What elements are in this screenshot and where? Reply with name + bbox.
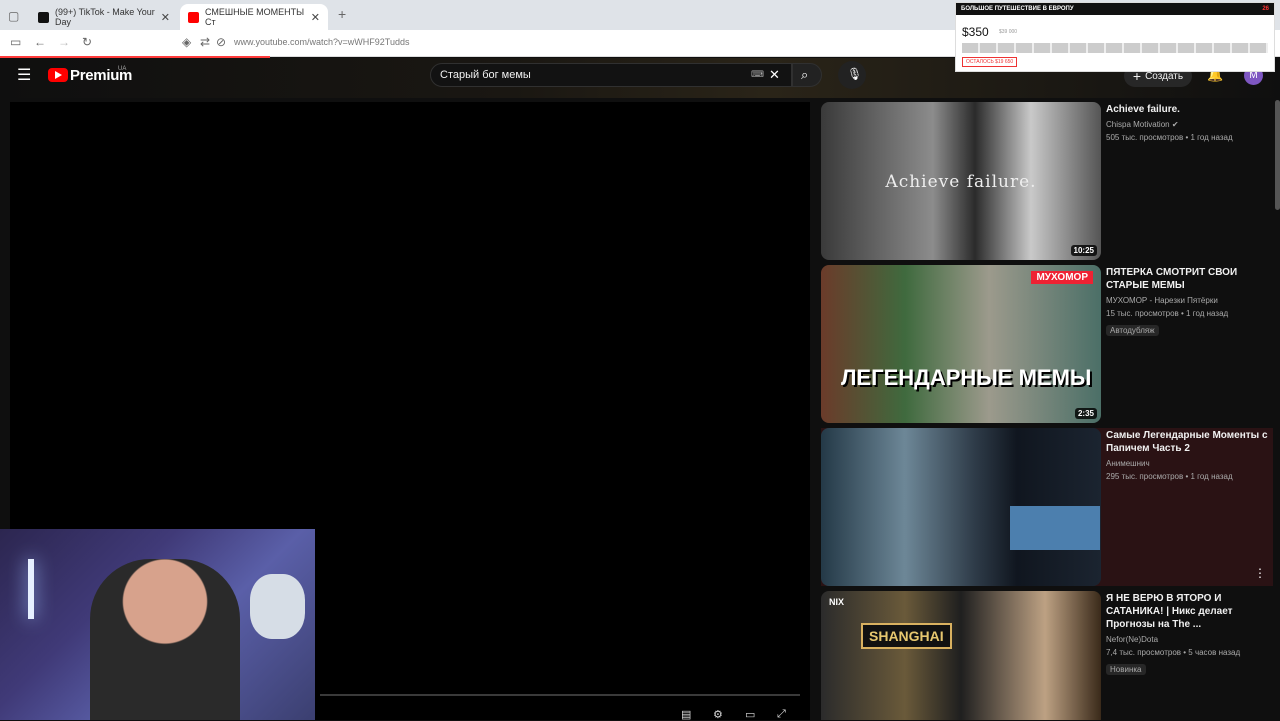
tracking-icon[interactable]: ⊘ [216, 35, 226, 49]
plush-toy [250, 574, 305, 639]
thumbnail-brand: МУХОМОР [1031, 271, 1093, 284]
video-thumbnail[interactable]: Achieve failure. 10:25 [821, 102, 1101, 260]
ad-remaining: ОСТАЛОСЬ $19 650 [962, 57, 1018, 67]
keyboard-icon[interactable]: ⌨ [751, 69, 764, 80]
channel-name[interactable]: Nefor(Ne)Dota [1106, 633, 1271, 646]
reload-icon[interactable]: ↻ [82, 35, 92, 49]
video-views: 15 тыс. просмотров • 1 год назад [1106, 309, 1229, 318]
url-field[interactable]: www.youtube.com/watch?v=wWHF92Tudds [234, 37, 410, 47]
neon-light [28, 559, 34, 619]
close-icon[interactable]: ✕ [161, 11, 170, 24]
channel-name[interactable]: Анимешнич [1106, 457, 1271, 470]
ad-banner[interactable]: БОЛЬШОЕ ПУТЕШЕСТВИЕ В ЕВРОПУ 26 $350 $39 … [955, 2, 1275, 72]
thumbnail-tag: NIX [829, 597, 845, 607]
channel-name[interactable]: МУХОМОР - Нарезки Пятёрки [1106, 294, 1271, 307]
search-query: Старый бог мемы [440, 69, 531, 81]
streamer [90, 559, 240, 720]
shield-icon[interactable]: ◈ [182, 35, 191, 49]
dubbing-badge: Автодубляж [1106, 325, 1159, 336]
thumbnail-caption: ЛЕГЕНДАРНЫЕ МЕМЫ [841, 365, 1092, 390]
region-code: UA [118, 66, 127, 72]
recommended-video[interactable]: NIX SHANGHAI Я НЕ ВЕРЮ В ЯТОРО И САТАНИК… [821, 591, 1273, 720]
more-options-icon[interactable]: ⋮ [1254, 566, 1266, 580]
sidebar-toggle-icon[interactable]: ▭ [10, 35, 21, 49]
verified-icon: ✔ [1171, 120, 1179, 129]
video-duration: 10:25 [1070, 245, 1097, 256]
search-icon: ⌕ [801, 67, 809, 82]
recommended-video[interactable]: МУХОМОР ЛЕГЕНДАРНЫЕ МЕМЫ 2:35 ПЯТЕРКА СМ… [821, 265, 1273, 423]
tab-label: (99+) TikTok - Make Your Day [55, 7, 155, 27]
back-icon[interactable]: ← [34, 35, 46, 49]
voice-search-button[interactable]: 🎙 [838, 61, 866, 89]
ad-title: БОЛЬШОЕ ПУТЕШЕСТВИЕ В ЕВРОПУ [961, 6, 1074, 12]
youtube-logo-icon[interactable] [48, 68, 68, 82]
tab-tiktok[interactable]: (99+) TikTok - Make Your Day ✕ [30, 4, 178, 30]
video-duration: 2:35 [1074, 408, 1097, 419]
video-views: 505 тыс. просмотров • 1 год назад [1106, 133, 1233, 142]
scrollbar[interactable] [1275, 100, 1280, 210]
ad-price: $350 [962, 25, 989, 39]
webcam-overlay [0, 529, 315, 720]
tiktok-icon [38, 11, 49, 23]
thumbnail-caption: Achieve failure. [885, 172, 1037, 192]
fullscreen-icon[interactable]: ⤢ [777, 708, 786, 721]
settings-icon[interactable]: ⚙ [713, 708, 723, 721]
ad-old-price: $39 000 [999, 29, 1018, 35]
thumbnail-webcam [1010, 506, 1100, 550]
clear-search-icon[interactable]: ✕ [769, 67, 780, 83]
video-progress-bar[interactable] [320, 694, 800, 696]
video-views: 295 тыс. просмотров • 1 год назад [1106, 472, 1233, 481]
video-views: 7,4 тыс. просмотров • 5 часов назад [1106, 648, 1241, 657]
microphone-icon: 🎙 [847, 67, 863, 81]
video-title[interactable]: Я НЕ ВЕРЮ В ЯТОРО И САТАНИКА! | Никс дел… [1106, 592, 1271, 631]
channel-name[interactable]: Chispa Motivation [1106, 120, 1170, 129]
new-tab-icon[interactable]: + [338, 6, 346, 22]
new-badge: Новинка [1106, 664, 1146, 675]
video-thumbnail[interactable]: МУХОМОР ЛЕГЕНДАРНЫЕ МЕМЫ 2:35 [821, 265, 1101, 423]
video-thumbnail[interactable] [821, 428, 1101, 586]
video-thumbnail[interactable]: NIX SHANGHAI [821, 591, 1101, 720]
video-title[interactable]: Achieve failure. [1106, 103, 1271, 116]
theater-mode-icon[interactable]: ▭ [745, 708, 755, 721]
ad-progress-grid [962, 43, 1268, 53]
recommended-video[interactable]: Самые Легендарные Моменты с Папичем Част… [821, 428, 1273, 586]
site-settings-icon[interactable]: ⇄ [200, 35, 210, 49]
close-icon[interactable]: ✕ [311, 11, 320, 24]
tab-list-icon[interactable]: ▢ [8, 9, 19, 23]
create-label: Создать [1145, 70, 1184, 82]
video-title[interactable]: ПЯТЕРКА СМОТРИТ СВОИ СТАРЫЕ МЕМЫ [1106, 266, 1271, 292]
ad-counter: 26 [1262, 6, 1269, 12]
video-title[interactable]: Самые Легендарные Моменты с Папичем Част… [1106, 429, 1271, 455]
tab-label: СМЕШНЫЕ МОМЕНТЫ Ст [205, 7, 305, 27]
forward-icon[interactable]: → [58, 35, 70, 49]
recommended-video[interactable]: Achieve failure. 10:25 Achieve failure. … [821, 102, 1273, 260]
youtube-icon [188, 11, 199, 23]
search-button[interactable]: ⌕ [792, 63, 822, 87]
search-input[interactable]: Старый бог мемы ⌨ ✕ [430, 63, 792, 87]
subtitles-icon[interactable]: ▤ [681, 708, 691, 721]
thumbnail-caption: SHANGHAI [861, 623, 952, 649]
menu-icon[interactable]: ☰ [17, 65, 31, 85]
tab-youtube[interactable]: СМЕШНЫЕ МОМЕНТЫ Ст ✕ [180, 4, 328, 30]
